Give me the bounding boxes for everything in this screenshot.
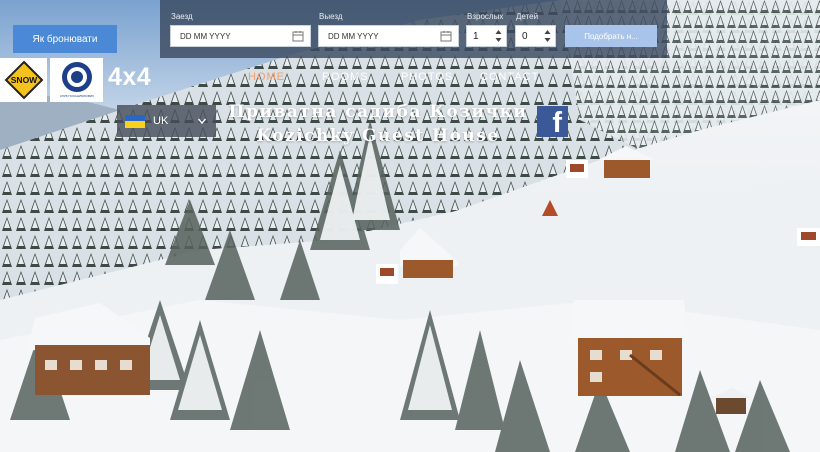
children-stepper[interactable]: 0 bbox=[515, 25, 556, 47]
club-logo-text: КЛУБ ПОЗАШЛЯХОВИХ bbox=[59, 94, 93, 98]
ukraine-flag-icon bbox=[125, 114, 145, 128]
nav-rooms[interactable]: ROOMS bbox=[322, 71, 369, 83]
checkout-date-field[interactable]: DD MM YYYY bbox=[318, 25, 459, 47]
facebook-icon: f bbox=[552, 107, 562, 139]
checkout-label: Выезд bbox=[319, 12, 343, 21]
how-to-book-button[interactable]: Як бронювати bbox=[13, 25, 117, 53]
children-label: Детей bbox=[516, 12, 539, 21]
adults-value: 1 bbox=[473, 30, 479, 42]
calendar-icon[interactable] bbox=[440, 30, 452, 42]
facebook-button[interactable]: f bbox=[537, 106, 568, 139]
checkin-placeholder: DD MM YYYY bbox=[180, 31, 231, 41]
nav-home[interactable]: HOME bbox=[248, 71, 285, 83]
booking-bar: Заезд DD MM YYYY Выезд DD MM YYYY Взросл… bbox=[160, 0, 667, 58]
children-value: 0 bbox=[522, 30, 528, 42]
spinner-icon[interactable] bbox=[544, 29, 551, 43]
checkout-placeholder: DD MM YYYY bbox=[328, 31, 379, 41]
checkin-date-field[interactable]: DD MM YYYY bbox=[170, 25, 311, 47]
search-availability-button[interactable]: Подобрать н... bbox=[565, 25, 657, 47]
calendar-icon[interactable] bbox=[292, 30, 304, 42]
nav-contact[interactable]: CONTACT bbox=[480, 71, 539, 83]
nav-photos[interactable]: PHOTOS bbox=[401, 71, 453, 83]
main-nav: HOME ROOMS PHOTOS CONTACT bbox=[0, 71, 820, 85]
checkin-label: Заезд bbox=[171, 12, 193, 21]
spinner-icon[interactable] bbox=[495, 29, 502, 43]
language-value: UK bbox=[153, 115, 169, 127]
adults-stepper[interactable]: 1 bbox=[466, 25, 507, 47]
page-title-en: Kozichky Guest House bbox=[256, 126, 500, 146]
adults-label: Взрослых bbox=[467, 12, 504, 21]
page-title-uk: Приватна садиба Козички bbox=[228, 102, 528, 122]
